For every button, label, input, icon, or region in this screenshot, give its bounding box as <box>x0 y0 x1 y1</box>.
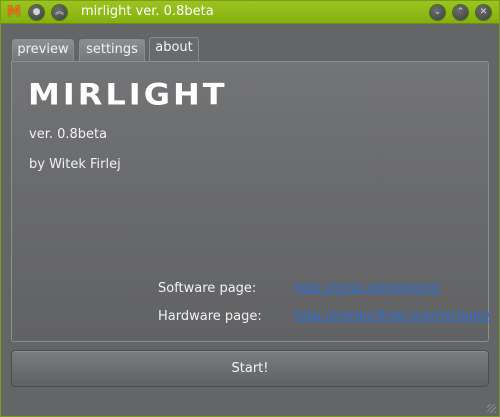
app-window: M ● ︽ mirlight ver. 0.8beta ⌄ ⌃ ✕ previe… <box>0 0 500 417</box>
window-menu-button[interactable]: ● <box>29 5 44 20</box>
tab-settings[interactable]: settings <box>79 39 145 61</box>
tab-about[interactable]: about <box>149 37 199 61</box>
about-panel: MIRLIGHT ver. 0.8beta by Witek Firlej So… <box>11 61 490 342</box>
author-text: by Witek Firlej <box>29 157 121 172</box>
hardware-page-label: Hardware page: <box>158 309 262 324</box>
app-logo-icon: M <box>7 4 21 20</box>
software-page-link[interactable]: http://grizz.pl/mirlight/ <box>294 281 440 296</box>
software-page-label: Software page: <box>158 281 257 296</box>
mirlight-logo: MIRLIGHT <box>28 77 228 113</box>
title-bar[interactable]: M ● ︽ mirlight ver. 0.8beta ⌄ ⌃ ✕ <box>1 1 499 24</box>
version-text: ver. 0.8beta <box>29 127 108 142</box>
start-button[interactable]: Start! <box>11 350 489 387</box>
tab-preview[interactable]: preview <box>12 39 74 61</box>
hardware-page-link[interactable]: http://mirley.firlej.org/mirlight/ <box>294 309 490 324</box>
minimize-button[interactable]: ⌄ <box>430 5 445 20</box>
close-button[interactable]: ✕ <box>476 5 491 20</box>
maximize-button[interactable]: ⌃ <box>453 5 468 20</box>
keep-above-button[interactable]: ︽ <box>52 5 67 20</box>
resize-grip-icon[interactable] <box>487 404 496 413</box>
window-title: mirlight ver. 0.8beta <box>81 4 214 19</box>
